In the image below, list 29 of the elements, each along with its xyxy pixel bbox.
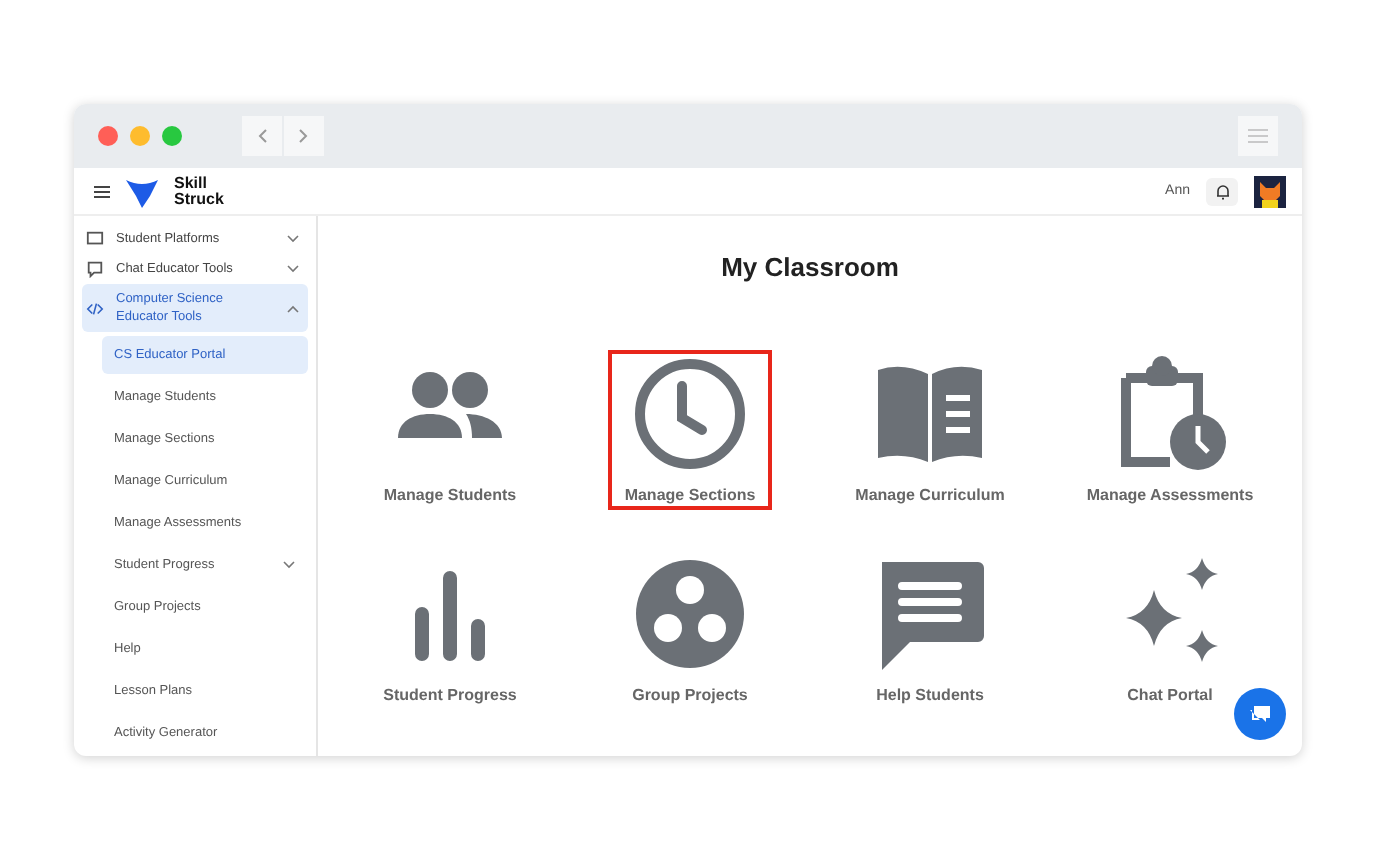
close-button[interactable] — [98, 126, 118, 146]
chevron-icon[interactable] — [282, 560, 296, 570]
brand-name: Skill Struck — [174, 175, 226, 207]
tile-button[interactable]: Manage Students — [367, 350, 533, 510]
tile-button[interactable]: Help Students — [854, 550, 1006, 710]
tile-button[interactable]: Manage Assessments — [1070, 350, 1270, 510]
tile-button[interactable]: Manage Curriculum — [839, 350, 1021, 510]
chat-icon — [86, 260, 104, 278]
code-icon — [86, 299, 104, 317]
chevron-left-icon — [256, 128, 268, 144]
page-title: My Classroom — [721, 252, 899, 282]
tile-button[interactable]: Manage Sections — [608, 350, 772, 510]
avatar[interactable] — [1254, 175, 1286, 207]
clock-icon — [629, 354, 750, 474]
logo-icon — [126, 175, 158, 207]
monitor-icon — [86, 230, 104, 248]
tile-button[interactable]: Chat Portal — [1094, 550, 1246, 710]
chevron-right-icon — [298, 128, 310, 144]
tile-button[interactable]: Student Progress — [367, 550, 533, 710]
chevron-icon[interactable] — [286, 264, 300, 274]
chat-icon — [1248, 703, 1272, 725]
tile-button[interactable]: Group Projects — [614, 550, 766, 710]
chevron-icon[interactable] — [286, 303, 300, 313]
menu-icon[interactable] — [94, 185, 110, 197]
chevron-icon[interactable] — [286, 234, 300, 244]
bell-icon — [1215, 183, 1229, 199]
notification-button[interactable] — [1206, 177, 1238, 205]
chat-button[interactable] — [1234, 688, 1286, 740]
group-circle-icon — [630, 554, 750, 674]
